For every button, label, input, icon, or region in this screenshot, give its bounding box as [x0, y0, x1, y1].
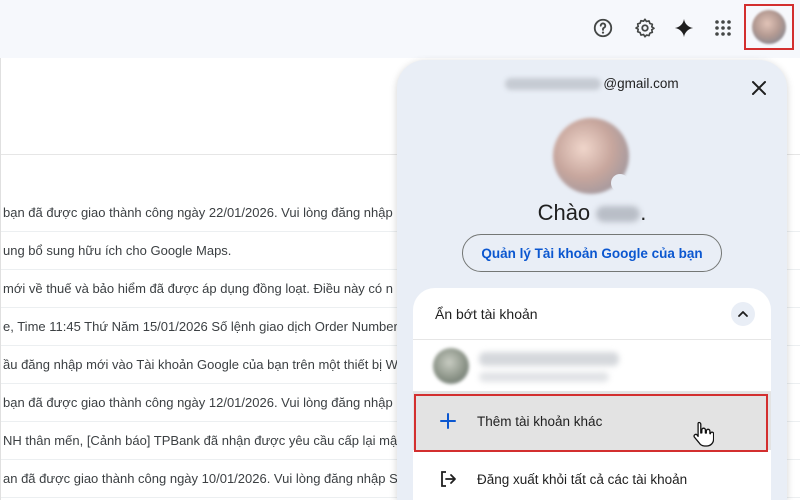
avatar: [752, 10, 786, 44]
camera-badge-icon[interactable]: [611, 174, 629, 192]
hand-cursor-icon: [692, 420, 715, 448]
manage-account-button[interactable]: Quản lý Tài khoản Google của bạn: [462, 234, 722, 272]
account-email: @gmail.com: [397, 76, 787, 91]
name-redacted: [596, 206, 641, 223]
mail-snippet: NH thân mến, [Cảnh báo] TPBank đã nhận đ…: [3, 433, 398, 448]
gear-icon[interactable]: [631, 14, 659, 42]
sparkle-icon[interactable]: [670, 14, 698, 42]
chevron-up-icon[interactable]: [731, 302, 755, 326]
help-icon[interactable]: [589, 14, 617, 42]
email-redacted: [505, 78, 602, 91]
account-avatar-button[interactable]: [744, 4, 794, 50]
avatar: [433, 348, 469, 384]
sign-out-all-button[interactable]: Đăng xuất khỏi tất cả các tài khoản: [413, 450, 771, 500]
mail-snippet: bạn đã được giao thành công ngày 22/01/2…: [3, 205, 393, 220]
greeting-text: Chào: [537, 200, 591, 225]
account-email-redacted: [479, 372, 609, 382]
accounts-header-label: Ẩn bớt tài khoản: [435, 305, 538, 322]
gmail-topbar: [0, 0, 800, 58]
mail-snippet: bạn đã được giao thành công ngày 12/01/2…: [3, 395, 393, 410]
account-list-item[interactable]: [413, 340, 771, 392]
greeting: Chào .: [537, 200, 647, 225]
logout-icon: [437, 468, 459, 490]
mail-snippet: mới về thuế và bảo hiểm đã được áp dụng …: [3, 281, 393, 296]
mail-snippet: an đã được giao thành công ngày 10/01/20…: [3, 471, 398, 486]
mail-snippet: ung bổ sung hữu ích cho Google Maps.: [3, 243, 232, 258]
email-domain: @gmail.com: [603, 76, 679, 91]
sign-out-all-label: Đăng xuất khỏi tất cả các tài khoản: [477, 471, 688, 487]
mail-snippet: ầu đăng nhập mới vào Tài khoản Google củ…: [3, 357, 398, 372]
apps-grid-icon[interactable]: [709, 14, 737, 42]
account-name-redacted: [479, 352, 619, 366]
mail-snippet: e, Time 11:45 Thứ Năm 15/01/2026 Số lệnh…: [3, 319, 398, 334]
close-icon[interactable]: [745, 74, 773, 102]
accounts-toggle[interactable]: Ẩn bớt tài khoản: [413, 288, 771, 340]
add-account-highlight: [414, 394, 768, 452]
